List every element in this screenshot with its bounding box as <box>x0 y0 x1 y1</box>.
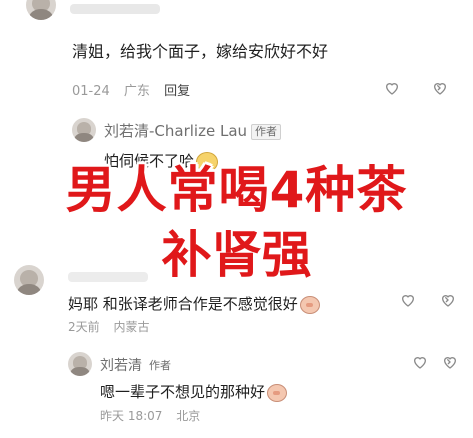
comment-text: 清姐，给我个面子，嫁给安欣好不好 <box>72 42 329 61</box>
author-avatar[interactable] <box>68 352 92 376</box>
dislike-icon[interactable] <box>432 80 448 96</box>
author-avatar[interactable] <box>72 118 96 142</box>
heart-outline-icon[interactable] <box>400 292 416 308</box>
pig-emoji-icon <box>299 295 320 314</box>
comment-date: 01-24 <box>72 84 110 99</box>
overlay-headline-line1: 男人常喝4种茶 <box>65 161 408 219</box>
comment-location: 广东 <box>123 84 150 99</box>
reply-author-name[interactable]: 刘若清 <box>100 358 142 374</box>
comment-date: 昨天 18:07 <box>100 409 163 423</box>
dislike-icon[interactable] <box>442 354 458 370</box>
reply-text-content: 嗯一辈子不想见的那种好 <box>100 383 266 401</box>
dislike-icon[interactable] <box>440 292 456 308</box>
reply-text: 嗯一辈子不想见的那种好 <box>100 381 288 402</box>
comment-text-content: 妈耶 和张译老师合作是不感觉很好 <box>68 295 298 313</box>
heart-outline-icon[interactable] <box>412 354 428 370</box>
pig-emoji-icon <box>267 383 288 402</box>
comment-location: 内蒙古 <box>113 320 150 334</box>
comment-date: 2天前 <box>68 320 100 334</box>
comment-meta: 2天前 内蒙古 <box>68 318 159 335</box>
comment-meta: 01-24 广东 回复 <box>72 80 200 99</box>
heart-outline-icon[interactable] <box>384 80 400 96</box>
author-tag: 作者 <box>251 123 282 140</box>
blurred-username <box>68 272 148 282</box>
reply-author-name[interactable]: 刘若清-Charlize Lau <box>104 122 247 140</box>
reply-button[interactable]: 回复 <box>164 84 190 99</box>
reply-author-row: 刘若清 作者 <box>100 355 174 375</box>
author-tag: 作者 <box>149 359 171 372</box>
reply-author-row: 刘若清-Charlize Lau 作者 <box>104 120 282 141</box>
comment-meta: 昨天 18:07 北京 <box>100 407 210 424</box>
blurred-username <box>70 4 160 14</box>
avatar[interactable] <box>14 265 44 295</box>
comment-location: 北京 <box>176 409 201 423</box>
avatar[interactable] <box>26 0 56 20</box>
comment-text: 妈耶 和张译老师合作是不感觉很好 <box>68 293 320 314</box>
